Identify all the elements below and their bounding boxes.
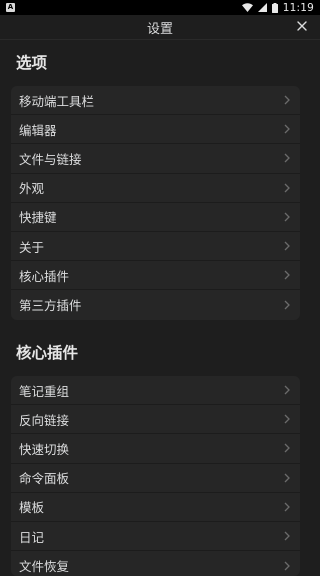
settings-item-templates[interactable]: 模板	[11, 493, 300, 522]
chevron-right-icon	[284, 385, 290, 395]
settings-item-quick-switcher[interactable]: 快速切换	[11, 434, 300, 464]
options-group: 移动端工具栏 编辑器 文件与链接 外观 快捷键 关于 核心插件 第三方插件	[11, 86, 300, 320]
settings-item-label: 关于	[19, 239, 45, 255]
settings-item-command-palette[interactable]: 命令面板	[11, 464, 300, 493]
chevron-right-icon	[284, 212, 290, 222]
section-title-core-plugins: 核心插件	[16, 344, 79, 362]
close-icon	[297, 21, 307, 31]
settings-item-label: 第三方插件	[19, 298, 82, 314]
settings-item-community-plugins[interactable]: 第三方插件	[11, 290, 300, 319]
settings-item-label: 文件恢复	[19, 559, 70, 575]
status-icons: 11:19	[241, 0, 314, 15]
settings-item-hotkeys[interactable]: 快捷键	[11, 203, 300, 232]
notification-icon-letter: A	[7, 3, 14, 11]
chevron-right-icon	[284, 502, 290, 512]
settings-item-label: 模板	[19, 500, 45, 516]
settings-item-editor[interactable]: 编辑器	[11, 115, 300, 145]
notification-icon: A	[6, 3, 15, 12]
status-time: 11:19	[282, 1, 314, 14]
settings-item-label: 移动端工具栏	[19, 93, 95, 109]
settings-item-files-links[interactable]: 文件与链接	[11, 144, 300, 174]
settings-content[interactable]: 选项 移动端工具栏 编辑器 文件与链接 外观 快捷键 关于 核心插件 第三方插件…	[0, 40, 320, 576]
settings-item-file-recovery[interactable]: 文件恢复	[11, 551, 300, 576]
settings-item-label: 日记	[19, 529, 45, 545]
chevron-right-icon	[284, 95, 290, 105]
settings-item-appearance[interactable]: 外观	[11, 174, 300, 203]
settings-item-core-plugins[interactable]: 核心插件	[11, 261, 300, 291]
chevron-right-icon	[284, 300, 290, 310]
chevron-right-icon	[284, 444, 290, 453]
battery-icon	[271, 2, 278, 13]
wifi-icon	[241, 3, 253, 12]
status-bar: A 11:19	[0, 0, 320, 15]
chevron-right-icon	[284, 531, 290, 541]
section-title-options: 选项	[16, 54, 48, 72]
chevron-right-icon	[284, 561, 290, 571]
settings-item-label: 核心插件	[19, 268, 70, 284]
chevron-right-icon	[284, 414, 290, 424]
settings-item-about[interactable]: 关于	[11, 232, 300, 262]
core-plugins-group: 笔记重组 反向链接 快速切换 命令面板 模板 日记 文件恢复	[11, 376, 300, 576]
settings-item-backlinks[interactable]: 反向链接	[11, 405, 300, 435]
close-button[interactable]	[294, 18, 310, 34]
settings-item-daily-notes[interactable]: 日记	[11, 522, 300, 552]
chevron-right-icon	[284, 154, 290, 163]
page-title: 设置	[146, 22, 173, 37]
settings-item-label: 编辑器	[19, 122, 57, 138]
settings-item-label: 命令面板	[19, 471, 70, 487]
settings-item-mobile-toolbar[interactable]: 移动端工具栏	[11, 86, 300, 116]
settings-item-label: 外观	[19, 181, 45, 197]
chevron-right-icon	[284, 124, 290, 134]
chevron-right-icon	[284, 241, 290, 251]
settings-item-label: 快速切换	[19, 441, 70, 457]
signal-icon	[257, 3, 267, 12]
settings-header: 设置	[0, 15, 320, 40]
chevron-right-icon	[284, 473, 290, 483]
settings-item-label: 快捷键	[19, 210, 57, 226]
settings-item-label: 文件与链接	[19, 151, 82, 167]
settings-item-label: 笔记重组	[19, 383, 70, 399]
settings-item-label: 反向链接	[19, 412, 70, 428]
settings-item-note-composer[interactable]: 笔记重组	[11, 376, 300, 406]
chevron-right-icon	[284, 183, 290, 193]
chevron-right-icon	[284, 270, 290, 280]
